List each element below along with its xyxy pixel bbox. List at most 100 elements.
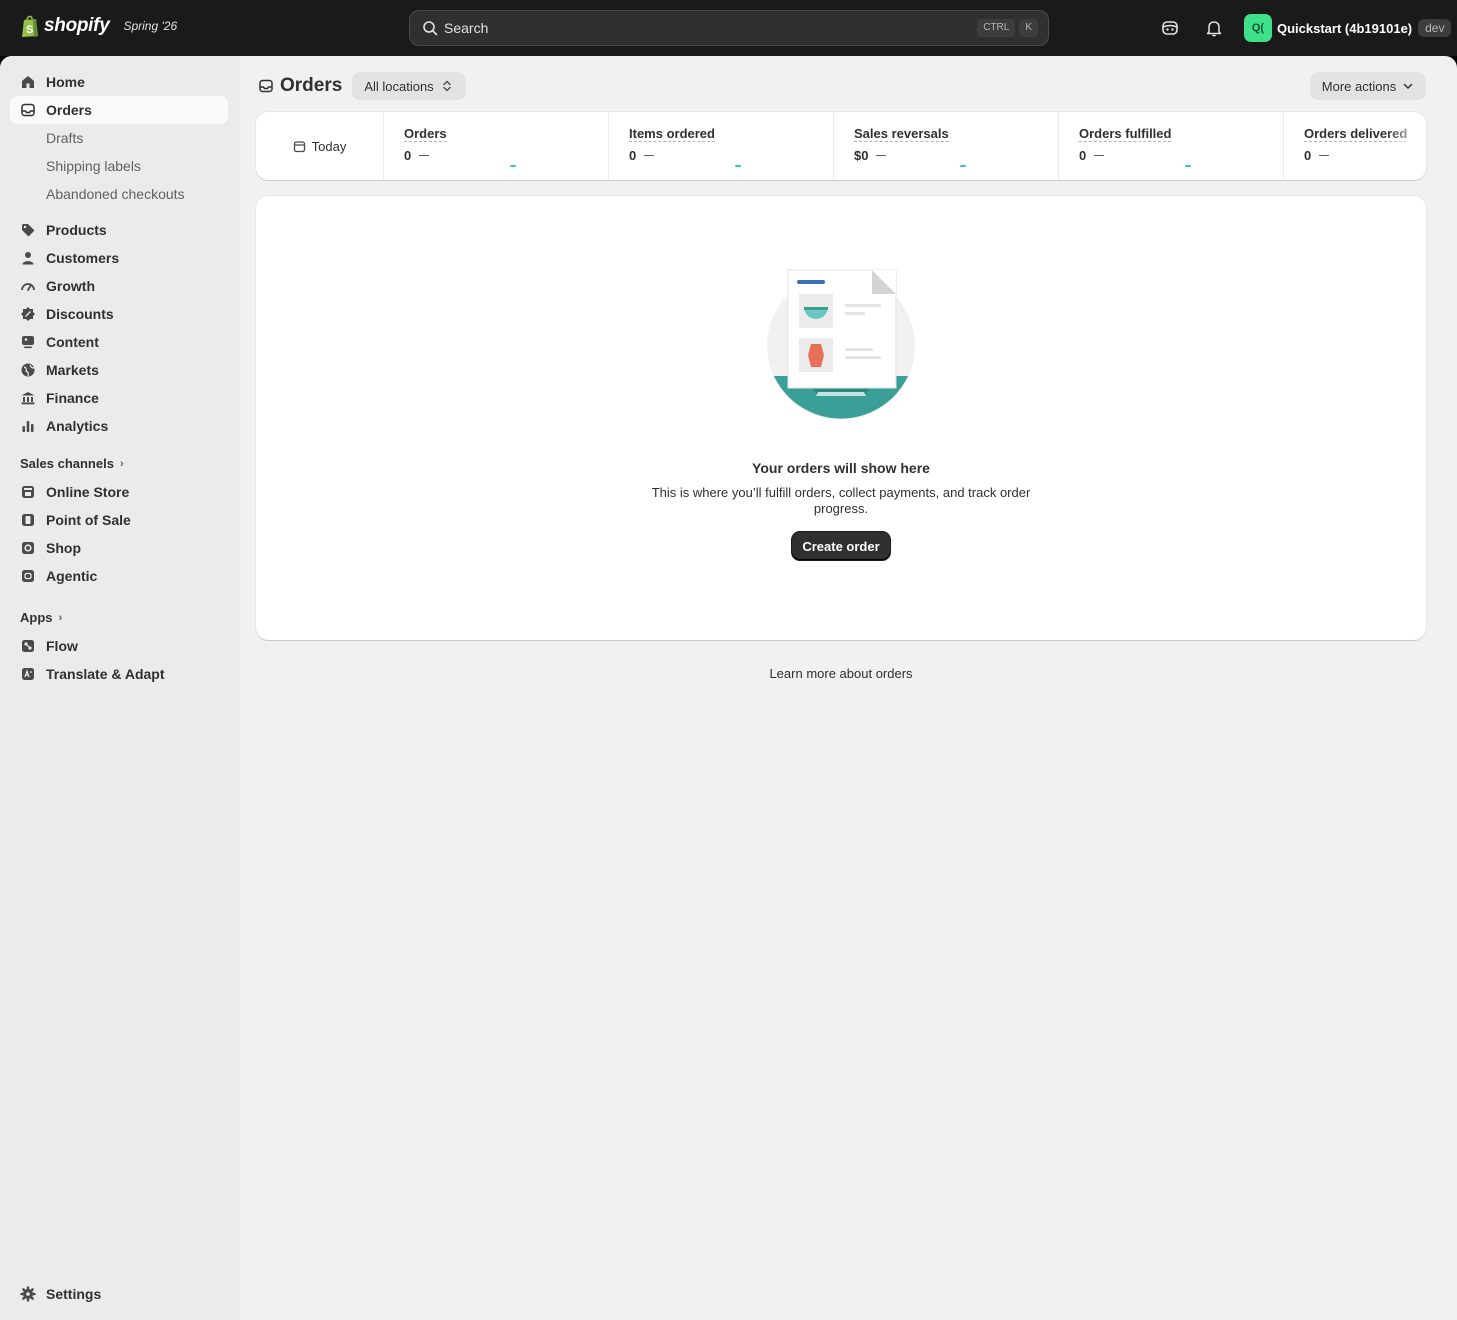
empty-state-description: This is where you’ll fulfill orders, col… [651,485,1031,516]
shop-app-icon [22,542,34,554]
store-switcher[interactable]: Q( Quickstart (4b19101e) dev [1244,14,1452,42]
date-range-label: Today [311,138,347,154]
search-placeholder: Search [444,20,489,36]
sidebar-item-shop[interactable]: Shop [10,534,228,562]
sidebar-item-label: Online Store [46,484,130,500]
sidebar-item-label: Flow [46,638,78,654]
metric-label: Items ordered [629,126,715,142]
agentic-icon [22,570,34,582]
location-filter-label: All locations [364,78,434,94]
sidekick-icon[interactable] [1160,18,1180,38]
tag-icon [22,224,35,237]
metric-value: 0 [404,148,608,163]
sidebar-item-markets[interactable]: Markets [10,356,228,384]
sidebar-item-label: Finance [46,390,99,406]
more-actions-button[interactable]: More actions [1310,72,1426,100]
metric-value: 0 [1079,148,1283,163]
empty-state-card: Your orders will show here This is where… [256,196,1426,640]
sidebar-item-shipping-labels[interactable]: Shipping labels [46,158,141,174]
date-range-button[interactable]: Today [256,112,384,180]
sidebar-item-translate-adapt[interactable]: Translate & Adapt [10,660,228,688]
metrics-bar: Today Orders 0 Items ordered 0 Sales rev… [256,112,1426,180]
trend-dash [419,155,430,156]
sidebar-item-growth[interactable]: Growth [10,272,228,300]
chevron-right-icon: › [119,457,124,470]
metric-number: $0 [854,148,869,163]
store-badge: dev [1418,19,1452,37]
sidebar-section-label: Apps [20,610,53,625]
search-input[interactable]: Search CTRL K [409,10,1049,46]
metric-sales-reversals[interactable]: Sales reversals $0 [834,112,1059,180]
sidebar-item-online-store[interactable]: Online Store [10,478,228,506]
sidebar-item-abandoned-checkouts[interactable]: Abandoned checkouts [46,186,185,202]
trend-dash [1319,155,1330,156]
gauge-icon [21,283,35,291]
trend-dash [876,155,887,156]
sparkline [735,165,741,167]
metric-orders-delivered[interactable]: Orders delivered 0 [1284,112,1426,180]
sidebar-section-sales-channels[interactable]: Sales channels › [20,456,124,471]
sidebar-item-point-of-sale[interactable]: Point of Sale [10,506,228,534]
metric-orders-fulfilled[interactable]: Orders fulfilled 0 [1059,112,1284,180]
trend-dash [1094,155,1105,156]
sidebar-item-label: Customers [46,250,120,266]
sidebar: Home Orders Drafts Shipping labels Aband… [0,56,240,1320]
learn-more-link[interactable]: Learn more about orders [256,666,1426,681]
sidebar-item-label: Settings [46,1286,102,1302]
more-actions-label: More actions [1321,78,1397,94]
sidebar-section-label: Sales channels [20,456,114,471]
metric-items-ordered[interactable]: Items ordered 0 [609,112,834,180]
edition-label[interactable]: Spring '26 [123,19,177,33]
gear-icon [20,1286,36,1302]
sidebar-item-label: Products [46,222,107,238]
sidebar-item-agentic[interactable]: Agentic [10,562,228,590]
inbox-icon [259,79,273,93]
sidebar-item-label: Growth [46,278,95,294]
bar-chart-icon [22,421,34,432]
home-icon [22,76,34,88]
chevron-down-icon [1403,83,1413,89]
orders-illustration [767,269,915,420]
empty-state-title: Your orders will show here [752,460,930,476]
sidebar-item-finance[interactable]: Finance [10,384,228,412]
search-shortcut: CTRL K [977,19,1038,37]
pos-icon [22,514,34,526]
metric-number: 0 [629,148,637,163]
shopify-logo[interactable]: S shopify Spring '26 [20,14,177,38]
sidebar-item-discounts[interactable]: Discounts [10,300,228,328]
sidebar-item-flow[interactable]: Flow [10,632,228,660]
content-icon [22,336,34,349]
sidebar-item-settings[interactable]: Settings [10,1280,228,1308]
translate-icon [22,668,34,680]
sidebar-item-content[interactable]: Content [10,328,228,356]
sidebar-item-orders[interactable]: Orders [10,96,228,124]
sidebar-item-label: Orders [46,102,92,118]
person-icon [22,252,34,265]
bell-icon[interactable] [1204,18,1224,38]
sidebar-item-customers[interactable]: Customers [10,244,228,272]
location-filter-button[interactable]: All locations [352,72,466,100]
store-avatar: Q( [1244,14,1272,42]
brand-wordmark: shopify [44,15,110,36]
sidebar-section-apps[interactable]: Apps › [20,610,62,625]
shortcut-key-k: K [1019,19,1038,37]
sparkline [960,165,966,167]
sidebar-item-analytics[interactable]: Analytics [10,412,228,440]
sidebar-item-label: Agentic [46,568,98,584]
flow-icon [22,640,34,652]
create-order-button[interactable]: Create order [792,532,890,560]
sidebar-item-drafts[interactable]: Drafts [46,130,83,146]
sidebar-item-home[interactable]: Home [10,68,228,96]
sparkline [510,165,516,167]
sidebar-item-label: Discounts [46,306,114,322]
trend-dash [644,155,655,156]
selector-icon [442,80,451,92]
metric-label: Sales reversals [854,126,949,142]
top-bar: S shopify Spring '26 Search CTRL K Q( Qu… [0,0,1457,56]
metric-number: 0 [404,148,412,163]
inbox-icon [21,103,35,117]
shortcut-key-ctrl: CTRL [977,19,1016,37]
sidebar-item-label: Home [46,74,85,90]
sidebar-item-products[interactable]: Products [10,216,228,244]
metric-orders[interactable]: Orders 0 [384,112,609,180]
